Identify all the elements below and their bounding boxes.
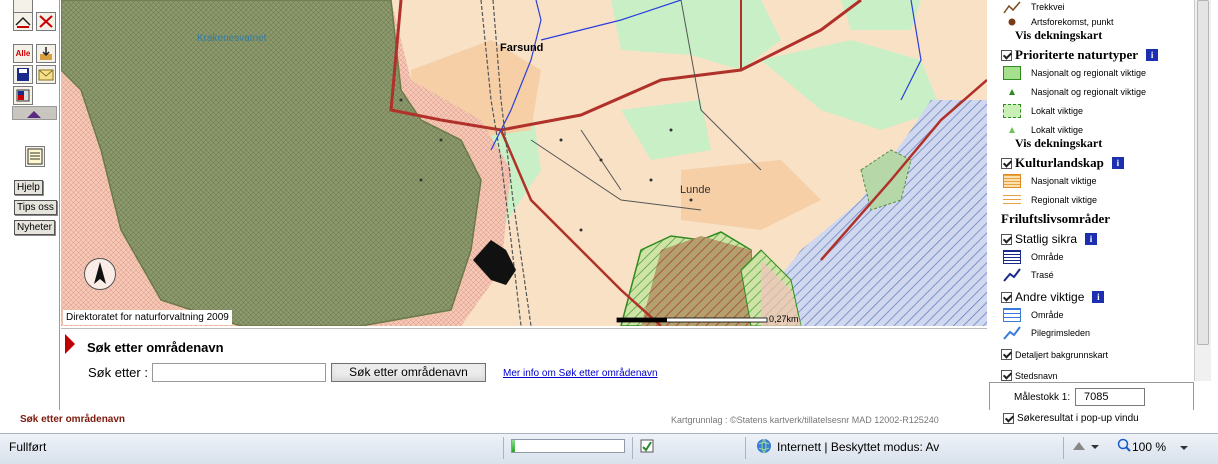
footer-row: Søk etter områdenavn Kartgrunnlag : ©Sta… (0, 410, 1218, 432)
info-icon[interactable]: i (1085, 233, 1098, 245)
pilegrim-line-icon (1003, 326, 1021, 340)
option-detaljert-bakgrunnskart[interactable]: Detaljert bakgrunnskart (1001, 349, 1108, 360)
footer-search-title[interactable]: Søk etter områdenavn (20, 414, 125, 425)
help-button[interactable]: Hjelp (14, 180, 43, 195)
internet-zone-icon (756, 438, 772, 457)
security-zone-text[interactable]: Internett | Beskyttet modus: Av (777, 440, 939, 454)
scale-bar-label: 0,27km (769, 314, 799, 324)
checkbox-statlig-sikra[interactable] (1001, 233, 1012, 245)
search-info-link[interactable]: Mer info om Søk etter områdenavn (503, 368, 658, 379)
delete-tool-icon[interactable] (36, 12, 56, 31)
map-credit: Direktoratet for naturforvaltning 2009 (63, 310, 232, 325)
zoom-level[interactable]: 100 % (1132, 440, 1166, 454)
checkbox-prioriterte[interactable] (1001, 49, 1012, 61)
section-friluftsliv: Friluftslivsområder (1001, 211, 1111, 226)
search-label: Søk etter : (88, 365, 148, 380)
select-all-button[interactable]: Alle (13, 44, 33, 63)
news-button[interactable]: Nyheter (14, 220, 56, 235)
legend-scrollbar[interactable] (1194, 0, 1211, 381)
map-toolbar: Alle Hjelp Tips oss Nyheter (0, 0, 60, 410)
checkbox-andre-viktige[interactable] (1001, 291, 1012, 303)
legend-item-andre-omrade: Område (1003, 308, 1064, 322)
north-arrow-icon (84, 258, 116, 290)
scale-input[interactable] (1075, 388, 1145, 406)
legend-list-icon[interactable] (25, 146, 45, 167)
mail-icon[interactable] (36, 65, 56, 84)
page-status-icon[interactable] (639, 438, 655, 457)
search-title: Søk etter områdenavn (87, 340, 224, 355)
scale-label: Målestokk 1: (1014, 392, 1071, 403)
legend-item-lokalt-point: Lokalt viktige (1003, 123, 1083, 137)
download-icon[interactable] (36, 44, 56, 63)
legend-item-nasj-reg-point: Nasjonalt og regionalt viktige (1003, 85, 1146, 99)
measure-tool-icon[interactable] (13, 12, 33, 31)
legend-item-artsforekomst: Artsforekomst, punkt (1003, 15, 1114, 29)
legend-item-regionalt-viktige: Regionalt viktige (1003, 193, 1097, 207)
artsforekomst-dot-icon (1008, 18, 1016, 26)
layer-statlig-sikra[interactable]: Statlig sikra i (1001, 232, 1098, 246)
triangle-green-icon (1009, 89, 1015, 95)
popup-option[interactable]: Søkeresultat i pop-up vindu (1003, 413, 1139, 424)
legend-item-statlig-omrade: Område (1003, 250, 1064, 264)
protected-mode-icon[interactable] (1071, 438, 1099, 457)
checkbox-kulturlandskap[interactable] (1001, 157, 1012, 169)
progress-bar (511, 439, 625, 453)
print-icon[interactable] (13, 86, 33, 105)
vis-dekningskart-link-1[interactable]: Vis dekningskart (1015, 28, 1102, 43)
status-text: Fullført (9, 440, 47, 454)
map-view[interactable]: Krakenesvatnet Farsund Lunde 0,27km Dire… (61, 0, 987, 326)
progress-fill (512, 440, 516, 452)
legend-scroll-thumb[interactable] (1197, 0, 1209, 345)
collapse-toolbar-button[interactable] (12, 106, 57, 120)
place-farsund-label: Farsund (500, 42, 544, 54)
option-stedsnavn[interactable]: Stedsnavn (1001, 370, 1058, 381)
lake-label: Krakenesvatnet (197, 33, 267, 44)
search-panel: Søk etter områdenavn Søk etter : Søk ett… (61, 328, 987, 410)
legend-item-trekkvei: Trekkvei (1003, 0, 1065, 14)
tips-button[interactable]: Tips oss (14, 200, 57, 215)
map-copyright: Kartgrunnlag : ©Statens kartverk/tillate… (671, 415, 939, 425)
info-icon[interactable]: i (1111, 157, 1124, 169)
scale-box: Målestokk 1: (989, 382, 1194, 412)
legend-item-nasjonalt-viktige: Nasjonalt viktige (1003, 174, 1097, 188)
legend-item-trase: Trasé (1003, 268, 1054, 282)
trase-line-icon (1003, 268, 1021, 282)
triangle-lightgreen-icon (1009, 127, 1015, 133)
checkbox-stedsnavn[interactable] (1001, 370, 1012, 381)
vis-dekningskart-link-2[interactable]: Vis dekningskart (1015, 136, 1102, 151)
layer-prioriterte-naturtyper[interactable]: Prioriterte naturtyper i (1001, 47, 1159, 63)
info-icon[interactable]: i (1146, 49, 1159, 61)
zoom-icon[interactable] (1117, 438, 1131, 457)
layer-kulturlandskap[interactable]: Kulturlandskap i (1001, 155, 1124, 171)
info-icon[interactable]: i (1092, 291, 1105, 303)
panel-arrow-icon (65, 334, 75, 354)
trekkvei-line-icon (1003, 1, 1021, 14)
place-lunde-label: Lunde (680, 184, 711, 196)
map-legend: Trekkvei Artsforekomst, punkt Vis deknin… (989, 0, 1194, 381)
search-button[interactable]: Søk etter områdenavn (331, 363, 486, 382)
legend-item-nasj-reg-area: Nasjonalt og regionalt viktige (1003, 66, 1146, 80)
legend-item-pilegrimsleden: Pilegrimsleden (1003, 326, 1090, 340)
search-input[interactable] (152, 363, 326, 382)
layer-andre-viktige[interactable]: Andre viktige i (1001, 290, 1105, 304)
zoom-dropdown-icon[interactable] (1179, 441, 1189, 455)
checkbox-popup[interactable] (1003, 413, 1014, 424)
browser-statusbar: Fullført Internett | Beskyttet modus: Av… (0, 433, 1218, 464)
checkbox-detaljert[interactable] (1001, 349, 1012, 360)
legend-item-lokalt-area: Lokalt viktige (1003, 104, 1083, 118)
browser-window: Alle Hjelp Tips oss Nyheter Krakenesvatn… (0, 0, 1218, 464)
save-icon[interactable] (13, 65, 33, 84)
